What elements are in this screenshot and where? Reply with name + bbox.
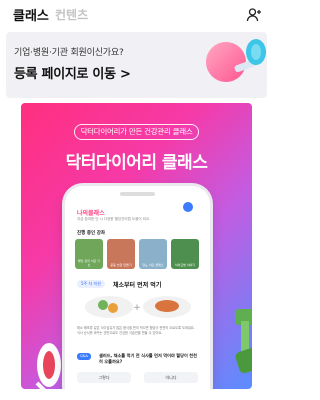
answer-yes-button[interactable]: 그렇다 bbox=[77, 372, 131, 383]
hero-pill: 닥터다이어리가 만든 건강관리 클래스 bbox=[74, 124, 199, 140]
course-card[interactable]: 혈당 관리 식단 기초 bbox=[75, 239, 103, 269]
mission-heading: 채소부터 먼저 먹기 bbox=[113, 282, 162, 289]
register-link[interactable]: 등록 페이지로 이동 > bbox=[14, 63, 131, 82]
notification-dot bbox=[183, 202, 193, 212]
phone-mockup: 나의클래스 지금 참여한 단 시 다양한 혈당관리법 도움이 되요 진행 중인 … bbox=[65, 186, 210, 389]
mission-tag: 5주 차 미션 bbox=[77, 280, 105, 288]
tab-class[interactable]: 클래스 bbox=[13, 5, 49, 24]
course-card-label: 식이요법 이야기 bbox=[174, 262, 196, 267]
class-hero-card[interactable]: 닥터다이어리가 만든 건강관리 클래스 닥터다이어리 클래스 나의클래스 지금 … bbox=[21, 103, 252, 389]
qa-badge: Q&A bbox=[77, 353, 91, 360]
course-cards: 혈당 관리 식단 기초 운동 습관 만들기 당뇨 식단 클래스 식이요법 이야기 bbox=[75, 239, 200, 269]
hero-title: 닥터다이어리 클래스 bbox=[65, 153, 208, 173]
course-card-label: 혈당 관리 식단 기초 bbox=[77, 259, 101, 267]
course-card-label: 당뇨 식단 클래스 bbox=[142, 262, 164, 267]
course-card[interactable]: 식이요법 이야기 bbox=[171, 239, 199, 269]
qa-question: 샐러드, 채소를 먹기 전 식사를 먼저 먹어야 혈당이 천천히 오를까요? bbox=[99, 353, 198, 364]
food-plates-illustration: + bbox=[85, 296, 191, 318]
tab-contents[interactable]: 컨텐츠 bbox=[55, 6, 88, 23]
svg-text:+: + bbox=[133, 303, 141, 313]
mission-body: 채소·해조류 같은 식이섬유가 많은 음식을 먼저 먹으면 혈당이 천천히 오르… bbox=[77, 326, 195, 335]
phone-notch bbox=[120, 192, 155, 196]
phone-section-title: 진행 중인 강좌 bbox=[77, 231, 105, 236]
course-card-label: 운동 습관 만들기 bbox=[110, 262, 132, 267]
course-card[interactable]: 당뇨 식단 클래스 bbox=[139, 239, 167, 269]
phone-desc: 지금 참여한 단 시 다양한 혈당관리법 도움이 되요 bbox=[77, 217, 150, 221]
answer-no-button[interactable]: 아니다 bbox=[144, 372, 198, 383]
phone-title: 나의클래스 bbox=[77, 210, 105, 217]
measuring-tape-illustration bbox=[35, 343, 61, 389]
person-add-icon[interactable] bbox=[246, 7, 262, 23]
member-register-banner[interactable]: 기업·병원·기관 회원이신가요? 등록 페이지로 이동 > bbox=[6, 32, 267, 98]
banner-subtitle: 기업·병원·기관 회원이신가요? bbox=[14, 48, 124, 58]
dumbbell-icon bbox=[235, 309, 252, 374]
course-card[interactable]: 운동 습관 만들기 bbox=[107, 239, 135, 269]
dumbbell-illustration bbox=[206, 39, 266, 82]
top-header: 클래스 컨텐츠 bbox=[0, 0, 273, 30]
